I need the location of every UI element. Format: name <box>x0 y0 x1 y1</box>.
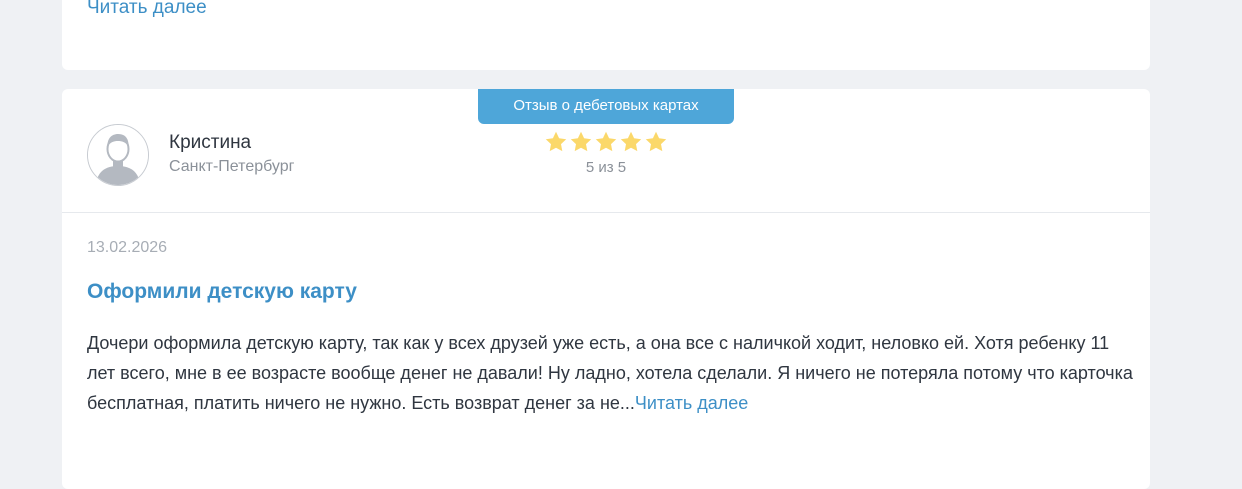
category-badge[interactable]: Отзыв о дебетовых картах <box>478 89 734 124</box>
star-icon <box>545 131 567 152</box>
author-city: Санкт-Петербург <box>169 158 295 175</box>
review-card: Отзыв о дебетовых картах Кристина Санкт-… <box>62 89 1150 489</box>
star-icon <box>645 131 667 152</box>
previous-review-card: Читать далее <box>62 0 1150 70</box>
user-avatar-icon <box>87 124 149 186</box>
star-icon <box>620 131 642 152</box>
author-name: Кристина <box>169 132 252 153</box>
previous-review-read-more-link[interactable]: Читать далее <box>87 0 207 19</box>
star-icon <box>595 131 617 152</box>
review-read-more-link[interactable]: Читать далее <box>635 393 748 413</box>
rating-text: 5 из 5 <box>585 159 627 176</box>
review-text-content: Дочери оформила детскую карту, так как у… <box>87 333 1133 413</box>
divider <box>62 212 1150 213</box>
star-icon <box>570 131 592 152</box>
rating-stars <box>544 130 668 154</box>
review-text: Дочери оформила детскую карту, так как у… <box>87 328 1137 418</box>
review-title[interactable]: Оформили детскую карту <box>87 280 357 304</box>
review-date: 13.02.2026 <box>87 239 168 256</box>
